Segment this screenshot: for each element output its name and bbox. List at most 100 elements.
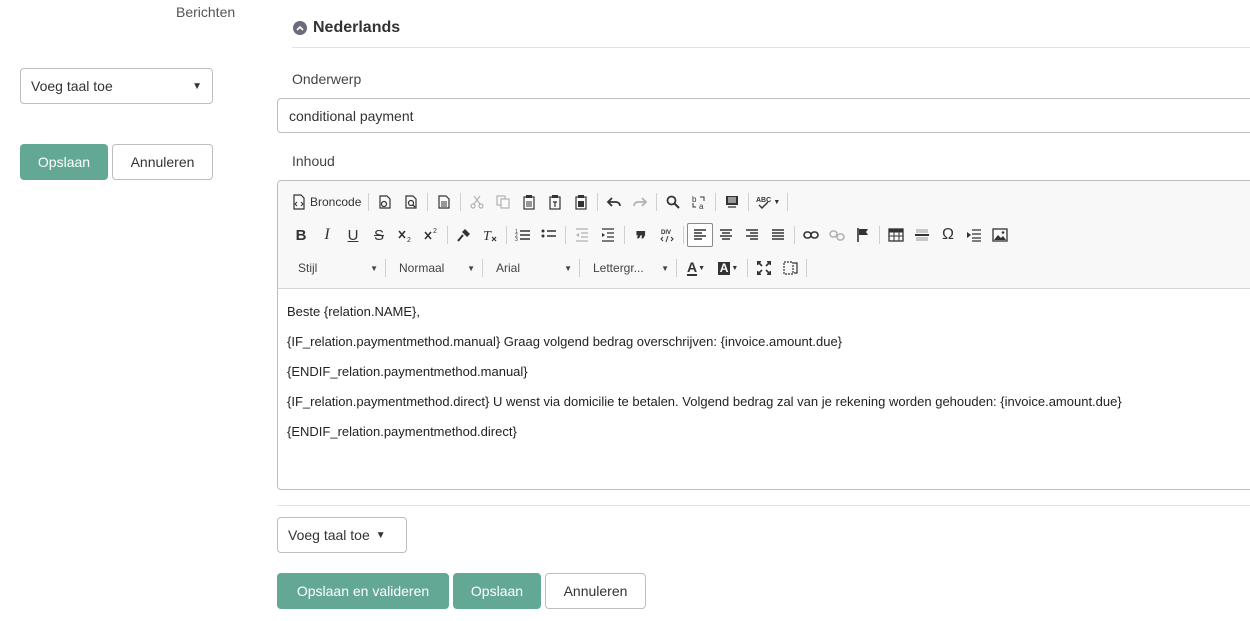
svg-text:DIV: DIV [661,230,671,236]
text-color-glyph: A [686,259,698,276]
cancel-button[interactable]: Annuleren [112,144,213,180]
select-all-icon[interactable] [719,190,745,214]
toolbar-separator [447,226,448,244]
align-left-icon[interactable] [687,223,713,247]
source-icon [293,194,305,210]
image-icon[interactable] [987,223,1013,247]
find-icon[interactable] [660,190,686,214]
unlink-icon[interactable] [824,223,850,247]
align-center-icon[interactable] [713,223,739,247]
language-section-header[interactable]: Nederlands [293,19,400,37]
outdent-icon[interactable] [569,223,595,247]
footer-add-language-label: Voeg taal toe [288,527,370,543]
background-color-button[interactable]: A ▼ [712,256,744,280]
text-color-button[interactable]: A ▼ [680,256,712,280]
bold-button[interactable]: B [288,223,314,247]
svg-text:a: a [699,202,704,210]
font-size-dropdown[interactable]: Lettergr... ▼ [583,256,673,280]
redo-icon[interactable] [627,190,653,214]
copy-icon[interactable] [490,190,516,214]
footer-divider [277,505,1250,506]
caret-down-icon: ▼ [370,263,378,273]
page-break-icon[interactable] [961,223,987,247]
link-icon[interactable] [798,223,824,247]
paste-icon[interactable] [516,190,542,214]
paste-text-icon[interactable] [542,190,568,214]
footer-add-language-dropdown[interactable]: Voeg taal toe ▼ [277,517,407,553]
add-language-label: Voeg taal toe [31,78,113,94]
caret-down-icon: ▼ [375,529,386,541]
body-line-4: {IF_relation.paymentmethod.direct} U wen… [287,394,1122,409]
save-and-validate-button[interactable]: Opslaan en valideren [277,573,449,609]
underline-button[interactable]: U [340,223,366,247]
italic-button[interactable]: I [314,223,340,247]
special-char-omega[interactable]: Ω [935,223,961,247]
body-line-2: {IF_relation.paymentmethod.manual} Graag… [287,334,843,349]
caret-down-icon: ▼ [661,263,669,273]
toolbar-separator [748,193,750,211]
show-blocks-icon[interactable] [777,256,803,280]
footer-cancel-button[interactable]: Annuleren [545,573,646,609]
save-doc-icon[interactable] [372,190,398,214]
chevron-up-icon[interactable] [293,21,307,35]
indent-icon[interactable] [595,223,621,247]
editor-content[interactable]: Beste {relation.NAME}, {IF_relation.paym… [287,289,1250,489]
source-button[interactable]: Broncode [288,190,365,214]
replace-icon[interactable]: ba [686,190,712,214]
toolbar-separator [427,193,429,211]
svg-text:T: T [483,229,492,243]
spellcheck-icon[interactable]: ABC ▼ [752,190,784,214]
remove-format-icon[interactable]: T [477,223,503,247]
toolbar-separator [368,193,370,211]
toolbar-row-2: B I U S 2 2 T 123 ❞ DIV Ω [288,222,1013,251]
body-line-3: {ENDIF_relation.paymentmethod.manual} [287,364,528,379]
table-icon[interactable] [883,223,909,247]
subject-input[interactable] [277,98,1250,133]
div-container-icon[interactable]: DIV [654,223,680,247]
format-dropdown[interactable]: Normaal ▼ [389,256,479,280]
align-justify-icon[interactable] [765,223,791,247]
save-button[interactable]: Opslaan [20,144,108,180]
toolbar-separator [806,259,807,277]
toolbar-separator [676,259,677,277]
toolbar-separator [482,259,483,277]
font-dropdown[interactable]: Arial ▼ [486,256,576,280]
caret-down-icon: ▼ [192,80,202,92]
bullet-list-icon[interactable] [536,223,562,247]
cut-icon[interactable] [464,190,490,214]
maximize-icon[interactable] [751,256,777,280]
horizontal-line-icon[interactable] [909,223,935,247]
body-line-5: {ENDIF_relation.paymentmethod.direct} [287,424,517,439]
breadcrumb: Berichten [176,4,236,20]
subject-label: Onderwerp [292,71,362,87]
toolbar-row-3: Stijl ▼ Normaal ▼ Arial ▼ Lettergr... ▼ … [288,255,810,281]
toolbar-row-1: Broncode ba ABC ▼ [288,189,791,215]
toolbar-separator [656,193,658,211]
strikethrough-button[interactable]: S [366,223,392,247]
anchor-flag-icon[interactable] [850,223,876,247]
add-language-dropdown[interactable]: Voeg taal toe ▼ [20,68,213,104]
blockquote-icon[interactable]: ❞ [628,223,654,251]
numbered-list-icon[interactable]: 123 [510,223,536,247]
align-right-icon[interactable] [739,223,765,247]
svg-text:2: 2 [433,228,437,235]
svg-text:3: 3 [515,237,518,243]
toolbar-separator [579,259,580,277]
copy-format-icon[interactable] [451,223,477,247]
body-line-1: Beste {relation.NAME}, [287,304,420,319]
style-dropdown[interactable]: Stijl ▼ [288,256,382,280]
paste-word-icon[interactable] [568,190,594,214]
subscript-icon[interactable]: 2 [392,223,418,247]
font-size-dropdown-label: Lettergr... [593,261,644,275]
toolbar-separator [715,193,717,211]
superscript-icon[interactable]: 2 [418,223,444,247]
svg-text:ABC: ABC [756,197,771,204]
toolbar-separator [879,226,880,244]
undo-icon[interactable] [601,190,627,214]
rich-text-editor[interactable]: Broncode ba ABC ▼ B I U S 2 2 T 1 2 3 ❞ … [277,180,1250,490]
preview-icon[interactable] [398,190,424,214]
editor-toolbar: Broncode ba ABC ▼ B I U S 2 2 T 1 2 3 ❞ … [278,181,1250,289]
svg-text:2: 2 [407,237,411,243]
new-page-icon[interactable] [431,190,457,214]
footer-save-button[interactable]: Opslaan [453,573,541,609]
